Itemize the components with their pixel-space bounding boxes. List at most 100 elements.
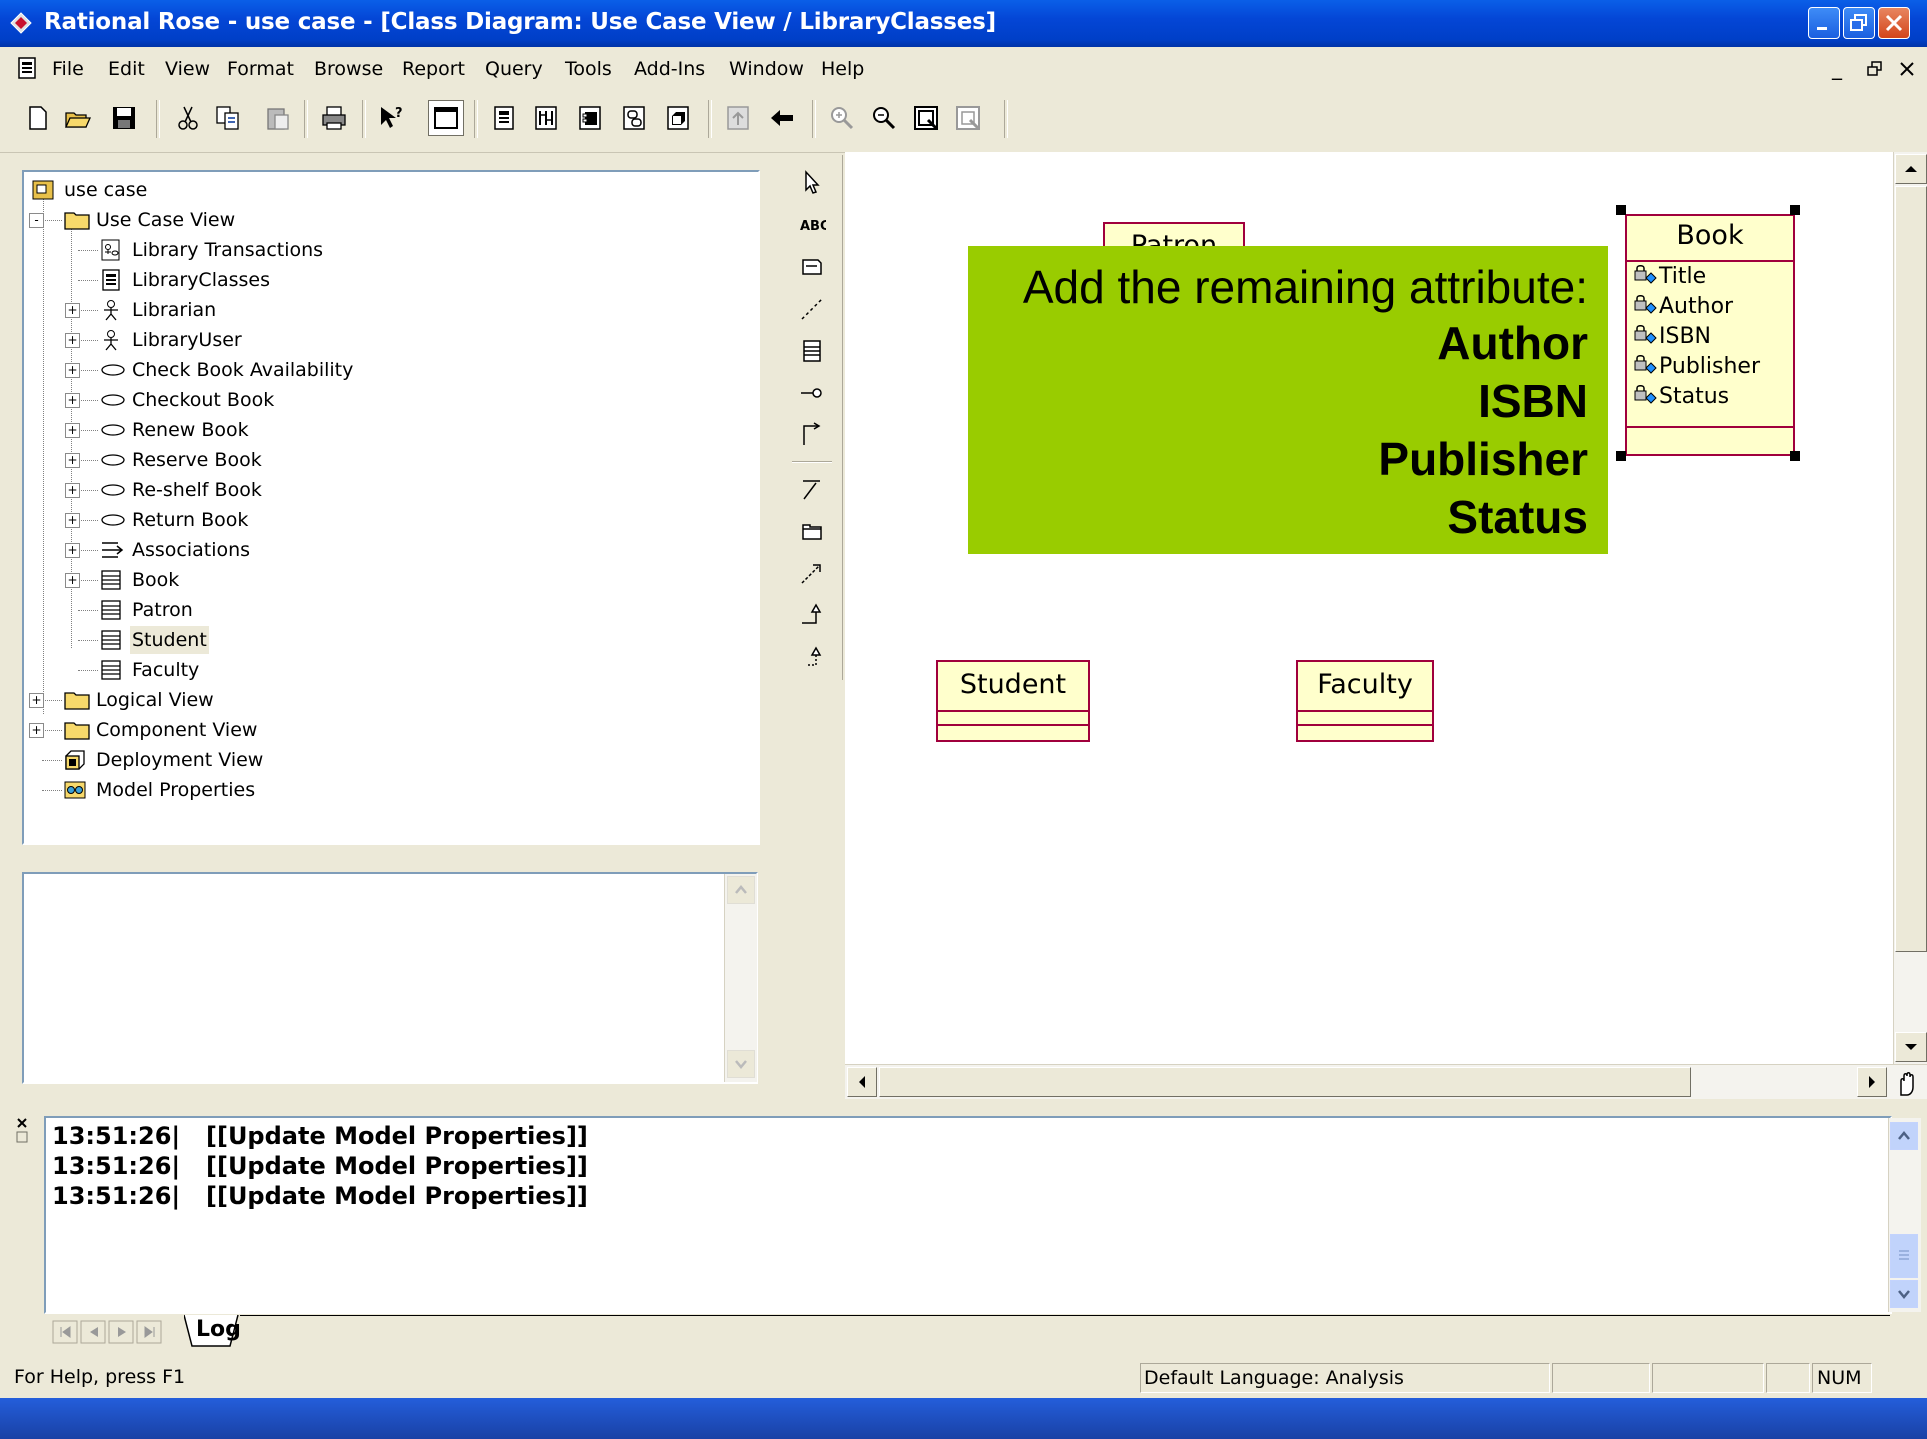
menu-format[interactable]: Format — [227, 58, 294, 80]
tree-expand-toggle[interactable]: + — [65, 363, 80, 378]
unidirectional-association-tool-icon[interactable] — [798, 421, 826, 449]
paste-icon[interactable] — [264, 104, 292, 132]
menu-report[interactable]: Report — [402, 58, 465, 80]
scroll-down-button[interactable] — [1895, 1032, 1927, 1062]
tree-expand-toggle[interactable]: + — [65, 393, 80, 408]
tree-expand-toggle[interactable]: + — [29, 723, 44, 738]
scroll-left-button[interactable] — [847, 1067, 877, 1097]
diagram-vertical-scrollbar[interactable] — [1893, 152, 1927, 1064]
scroll-right-button[interactable] — [1857, 1067, 1887, 1097]
deployment-diagram-icon[interactable] — [664, 104, 692, 132]
anchor-note-tool-icon[interactable] — [798, 295, 826, 323]
status-field — [1552, 1363, 1650, 1393]
browse-previous-diagram-icon[interactable] — [768, 104, 796, 132]
selection-handle[interactable] — [1790, 205, 1800, 215]
association-class-tool-icon[interactable] — [798, 475, 826, 503]
class-diagram-icon[interactable] — [490, 104, 518, 132]
tree-expand-toggle[interactable]: + — [65, 573, 80, 588]
package-tool-icon[interactable] — [798, 517, 826, 545]
menu-query[interactable]: Query — [485, 58, 543, 80]
new-icon[interactable] — [24, 104, 52, 132]
menu-view[interactable]: View — [165, 58, 210, 80]
title-bar[interactable]: Rational Rose - use case - [Class Diagra… — [0, 0, 1927, 47]
selection-tool-icon[interactable] — [798, 169, 826, 197]
dependency-tool-icon[interactable] — [798, 559, 826, 587]
mdi-restore-icon[interactable] — [1866, 60, 1884, 78]
scroll-up-button[interactable] — [727, 876, 755, 904]
tree-expand-toggle[interactable]: + — [65, 453, 80, 468]
component-diagram-icon[interactable] — [576, 104, 604, 132]
browse-parent-icon[interactable] — [724, 104, 752, 132]
attribute-row[interactable]: Title — [1633, 264, 1706, 289]
menu-browse[interactable]: Browse — [314, 58, 383, 80]
scroll-up-button[interactable] — [1895, 154, 1927, 184]
pan-hand-icon[interactable] — [1891, 1067, 1923, 1097]
text-box-tool-icon[interactable]: ABC — [798, 211, 826, 239]
realize-tool-icon[interactable] — [798, 643, 826, 671]
menu-add-ins[interactable]: Add-Ins — [634, 58, 705, 80]
zoom-out-icon[interactable] — [870, 104, 898, 132]
log-window[interactable]: 13:51:26| [[Update Model Properties]] 13:5… — [44, 1116, 1892, 1314]
menu-window[interactable]: Window — [729, 58, 804, 80]
tree-expand-toggle[interactable]: + — [65, 513, 80, 528]
scroll-thumb[interactable] — [1895, 186, 1927, 952]
mdi-minimize-icon[interactable]: _ — [1832, 56, 1842, 80]
class-tool-icon[interactable] — [798, 337, 826, 365]
model-browser[interactable]: use case - Use Case View Library Transactio… — [22, 170, 760, 845]
close-button[interactable] — [1878, 7, 1910, 39]
scroll-down-button[interactable] — [1890, 1280, 1918, 1308]
menu-edit[interactable]: Edit — [108, 58, 145, 80]
tab-navigation-icons[interactable] — [52, 1320, 192, 1344]
cut-icon[interactable] — [174, 104, 202, 132]
fit-in-window-icon[interactable] — [912, 104, 940, 132]
state-diagram-icon[interactable] — [620, 104, 648, 132]
menu-file[interactable]: File — [52, 58, 84, 80]
selection-handle[interactable] — [1616, 451, 1626, 461]
tree-expand-toggle[interactable]: + — [65, 303, 80, 318]
print-icon[interactable] — [320, 104, 348, 132]
zoom-in-icon[interactable] — [828, 104, 856, 132]
attribute-row[interactable]: Author — [1633, 294, 1733, 319]
scroll-thumb[interactable] — [1890, 1234, 1918, 1278]
interface-tool-icon[interactable] — [798, 379, 826, 407]
scroll-thumb[interactable] — [879, 1067, 1691, 1097]
menu-tools[interactable]: Tools — [565, 58, 612, 80]
class-book[interactable]: Book Title Author ISBN Publisher Status — [1625, 214, 1795, 456]
interaction-diagram-icon[interactable] — [532, 104, 560, 132]
selection-handle[interactable] — [1616, 205, 1626, 215]
undo-fit-icon[interactable] — [954, 104, 982, 132]
log-close-icon[interactable] — [14, 1116, 32, 1146]
documentation-pane[interactable] — [22, 872, 758, 1084]
scroll-up-button[interactable] — [1890, 1122, 1918, 1150]
tree-expand-toggle[interactable]: + — [65, 483, 80, 498]
tree-expand-toggle[interactable]: + — [65, 543, 80, 558]
selection-handle[interactable] — [1790, 451, 1800, 461]
attribute-row[interactable]: Publisher — [1633, 354, 1760, 379]
scroll-down-button[interactable] — [727, 1050, 755, 1078]
menu-help[interactable]: Help — [821, 58, 864, 80]
tree-expand-toggle[interactable]: + — [29, 693, 44, 708]
tree-expand-toggle[interactable]: + — [65, 333, 80, 348]
view-documentation-icon[interactable] — [428, 100, 464, 136]
note-tool-icon[interactable] — [798, 253, 826, 281]
class-faculty[interactable]: Faculty — [1296, 660, 1434, 742]
log-vertical-scrollbar[interactable] — [1888, 1118, 1921, 1312]
save-icon[interactable] — [110, 104, 138, 132]
context-help-icon[interactable]: ? — [378, 104, 406, 132]
generalization-tool-icon[interactable] — [798, 601, 826, 629]
class-student[interactable]: Student — [936, 660, 1090, 742]
mdi-close-icon[interactable] — [1898, 60, 1916, 78]
tree-expand-toggle[interactable]: + — [65, 423, 80, 438]
copy-icon[interactable] — [214, 104, 242, 132]
attribute-row[interactable]: ISBN — [1633, 324, 1711, 349]
restore-button[interactable] — [1843, 7, 1875, 39]
document-menu-icon[interactable] — [16, 57, 38, 79]
attribute-row[interactable]: Status — [1633, 384, 1729, 409]
tree-expand-toggle[interactable]: - — [29, 213, 44, 228]
log-dock-controls[interactable] — [14, 1116, 34, 1146]
minimize-button[interactable] — [1808, 7, 1840, 39]
documentation-scrollbar[interactable] — [724, 874, 757, 1082]
tab-log[interactable]: Log — [196, 1317, 241, 1342]
open-icon[interactable] — [64, 104, 92, 132]
diagram-horizontal-scrollbar[interactable] — [845, 1064, 1927, 1099]
